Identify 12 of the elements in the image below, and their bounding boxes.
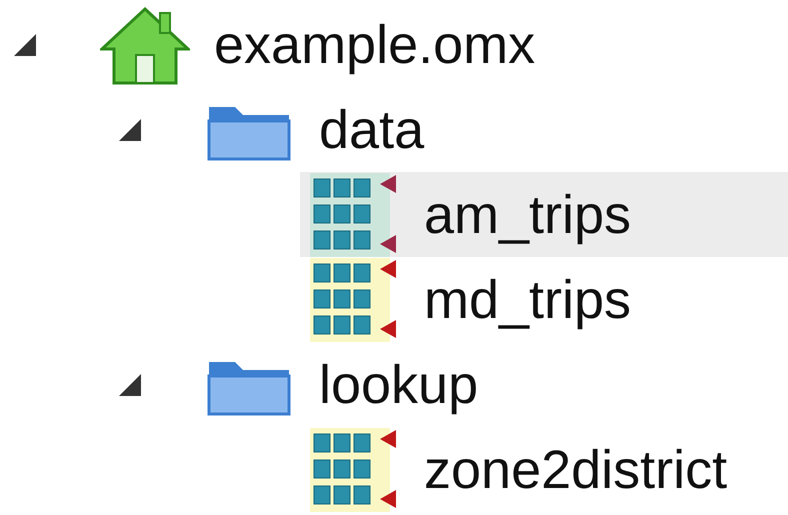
item-label: data	[319, 102, 424, 156]
tree-item[interactable]: example.omx	[90, 2, 788, 87]
item-label: zone2district	[424, 442, 728, 496]
tree-item[interactable]: lookup	[195, 342, 788, 427]
house-icon	[100, 4, 190, 84]
tree-item[interactable]: am_trips	[300, 172, 788, 257]
expand-arrow-icon[interactable]	[117, 372, 143, 398]
tree-item[interactable]: md_trips	[300, 257, 788, 342]
tree-item[interactable]: data	[195, 87, 788, 172]
expand-arrow-icon[interactable]	[12, 32, 38, 58]
expand-arrow-icon[interactable]	[117, 116, 143, 142]
tree-item[interactable]: zone2district	[300, 427, 788, 512]
